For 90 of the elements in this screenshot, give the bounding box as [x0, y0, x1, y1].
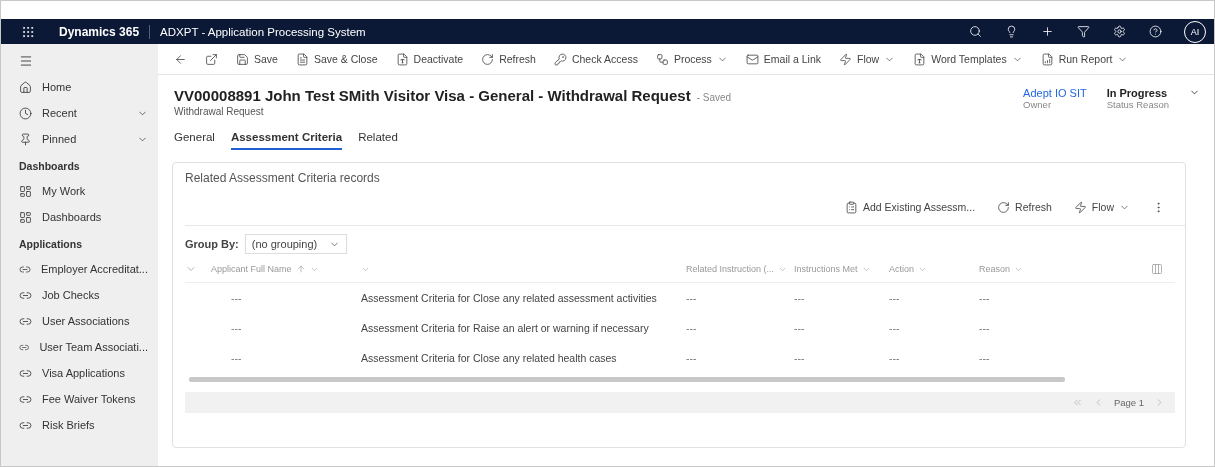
back-arrow-icon — [174, 52, 187, 66]
command-button[interactable]: Email a Link — [737, 47, 830, 71]
page-number: Page 1 — [1113, 397, 1144, 408]
group-by-select[interactable]: (no grouping) — [244, 234, 348, 254]
search-icon — [968, 25, 982, 38]
field-label: Owner — [1023, 99, 1053, 110]
settings-icon — [1112, 25, 1126, 38]
plus-icon — [1040, 25, 1054, 38]
table-cell-text: --- — [230, 351, 243, 366]
app-title: ADXPT - Application Processing System — [160, 25, 367, 38]
lightning-icon — [1073, 200, 1087, 214]
table-cell-text: Assessment Criteria for Raise an alert or warning if necessary — [361, 321, 650, 336]
command-button[interactable]: Word Templates — [905, 47, 1031, 71]
field-value: In Progress — [1106, 87, 1169, 99]
table-cell-text: --- — [794, 321, 806, 336]
table-cell-text: --- — [889, 291, 901, 306]
command-button[interactable]: Deactivate — [387, 47, 472, 71]
record-title: VV00008891 John Test SMith Visitor Visa - General - Withdrawal Request — [174, 87, 691, 104]
popout-icon — [205, 52, 218, 66]
table-cell-text: --- — [230, 291, 243, 306]
app-launcher-icon — [21, 24, 35, 39]
refresh-icon — [481, 52, 495, 66]
flowchart-icon — [655, 52, 669, 66]
command-button[interactable]: Process — [647, 47, 736, 71]
clock-icon — [19, 106, 32, 120]
table-cell-text: --- — [230, 321, 243, 336]
pin-icon — [19, 132, 32, 146]
mail-icon — [745, 52, 759, 66]
table-cell-text: --- — [686, 351, 698, 366]
sidebar-section-title: Dashboards — [18, 159, 81, 174]
sidebar-item[interactable]: Risk Briefs — [1, 412, 158, 438]
dashboard-icon — [19, 184, 32, 198]
entity-name: Withdrawal Request — [174, 106, 265, 117]
key-icon — [553, 52, 567, 66]
field-label: Status Reason — [1106, 99, 1169, 110]
lightning-icon — [839, 52, 853, 66]
columns-icon — [1151, 263, 1163, 275]
tab[interactable]: Related — [358, 127, 398, 150]
sidebar-item[interactable]: Job Checks — [1, 282, 158, 308]
sidebar-item[interactable]: Pinned — [1, 126, 158, 152]
sidebar-item[interactable]: Recent — [1, 100, 158, 126]
report-icon — [1040, 52, 1054, 66]
sidebar-item[interactable]: User Team Associati... — [1, 334, 158, 360]
document-icon — [295, 52, 309, 66]
command-button[interactable]: Save — [228, 47, 286, 71]
table-cell-text: --- — [889, 321, 901, 336]
group-by-label: Group By: — [185, 238, 239, 250]
save-status: - Saved — [696, 92, 732, 103]
sort-arrow-icon — [295, 264, 306, 274]
sidebar-item[interactable]: User Associations — [1, 308, 158, 334]
command-button[interactable]: Run Report — [1032, 47, 1137, 71]
dashboard-icon — [19, 210, 32, 224]
table-cell-text: --- — [794, 351, 806, 366]
command-button[interactable]: Refresh — [989, 195, 1060, 219]
filter-icon — [1076, 25, 1090, 38]
table-cell-text: --- — [794, 291, 806, 306]
command-button[interactable]: Check Access — [545, 47, 646, 71]
document-icon — [913, 52, 927, 66]
refresh-icon — [997, 200, 1011, 214]
sidebar-item[interactable]: My Work — [1, 178, 158, 204]
sidebar-section-title: Applications — [18, 237, 83, 252]
table-cell-text: --- — [979, 291, 991, 306]
save-icon — [236, 52, 249, 66]
table-cell-text: --- — [686, 321, 698, 336]
sidebar-item[interactable]: Fee Waiver Tokens — [1, 386, 158, 412]
table-cell-text: Assessment Criteria for Close any related assessment activities — [361, 291, 658, 306]
command-button[interactable]: Save & Close — [287, 47, 386, 71]
subgrid-title: Related Assessment Criteria records — [185, 171, 381, 185]
first-page-icon — [1071, 397, 1083, 408]
owner-link[interactable]: Adept IO SIT — [1023, 87, 1087, 99]
sidebar-item[interactable]: Home — [1, 74, 158, 100]
tab[interactable]: General — [174, 127, 215, 150]
sidebar-item[interactable]: Employer Accreditat... — [1, 256, 158, 282]
app-brand[interactable]: Dynamics 365 — [51, 24, 151, 39]
table-cell-text: --- — [979, 321, 991, 336]
command-button[interactable]: Add Existing Assessm... — [837, 195, 984, 219]
help-icon — [1148, 25, 1162, 38]
command-button[interactable]: Refresh — [473, 47, 544, 71]
command-button[interactable]: Flow — [1065, 195, 1138, 219]
table-cell-text: --- — [979, 351, 991, 366]
document-icon — [395, 52, 409, 66]
sidebar-item[interactable]: Visa Applications — [1, 360, 158, 386]
clipboard-icon — [845, 200, 858, 214]
menu-icon — [19, 54, 33, 68]
command-button[interactable]: Flow — [831, 47, 904, 71]
home-icon — [19, 80, 32, 94]
table-cell-text: --- — [686, 291, 698, 306]
table-cell-text: --- — [889, 351, 901, 366]
sidebar-item[interactable]: Dashboards — [1, 204, 158, 230]
table-cell-text: Assessment Criteria for Close any related health cases — [361, 351, 618, 366]
